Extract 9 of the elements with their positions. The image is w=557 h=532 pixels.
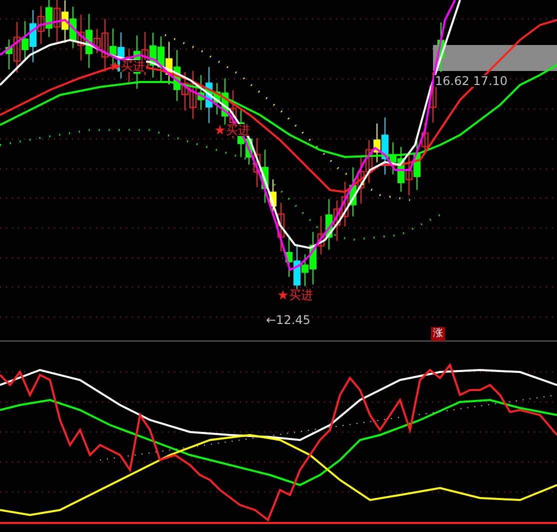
buy-signal-label: 买进 [288, 289, 314, 301]
low-price-label: ←12.45 [266, 314, 310, 326]
rise-badge: 涨 [431, 327, 445, 341]
star-icon [110, 61, 120, 71]
buy-signal-label: 买进 [120, 60, 146, 72]
buy-signal-label: 买进 [225, 124, 251, 136]
star-icon [278, 290, 288, 300]
star-icon [215, 125, 225, 135]
price-range-label: 16.62 17.10 [434, 75, 509, 87]
